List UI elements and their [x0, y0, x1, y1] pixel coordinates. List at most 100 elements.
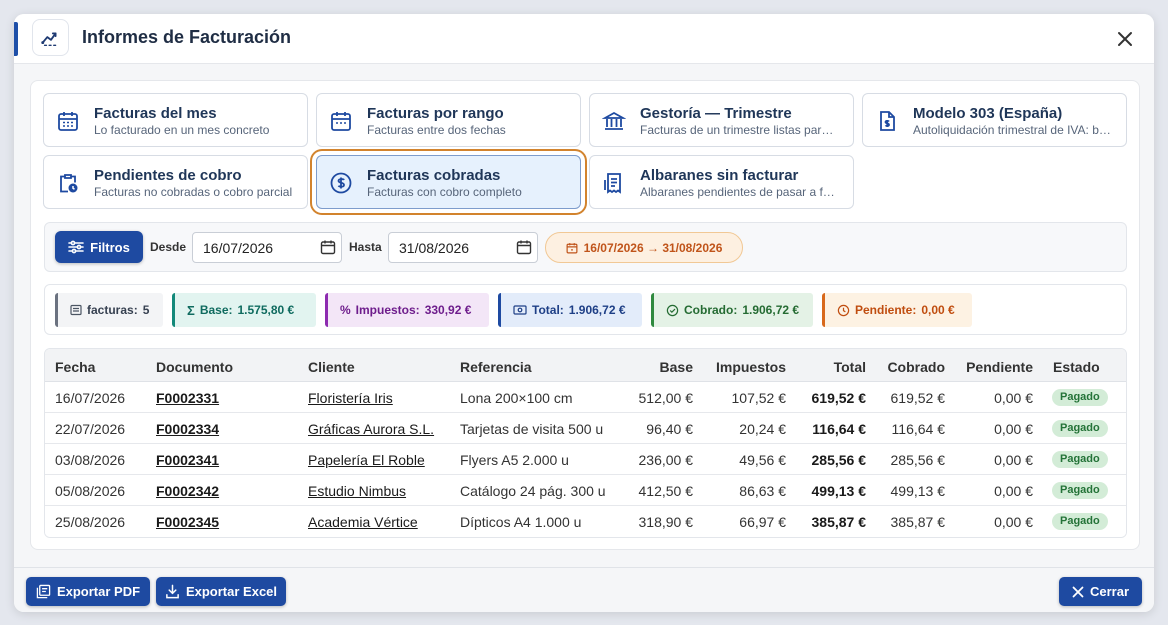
cell-referencia: Lona 200×100 cm [460, 390, 573, 406]
base-label: Base: [199, 303, 233, 317]
report-card-title: Albaranes sin facturar [640, 167, 799, 184]
calendar-icon[interactable] [320, 239, 336, 255]
total-label: Total: [532, 303, 564, 317]
cell-base: 512,00 € [638, 390, 694, 406]
modal-title: Informes de Facturación [82, 27, 292, 47]
desde-date-input[interactable]: 16/07/2026 [192, 232, 342, 263]
close-button[interactable]: Cerrar [1059, 577, 1142, 606]
col-header-base[interactable]: Base [623, 359, 693, 375]
cell-cobrado: 285,56 € [890, 452, 946, 468]
cell-fecha: 25/08/2026 [55, 514, 126, 530]
hasta-label: Hasta [349, 240, 382, 254]
table-header: Fecha Documento Cliente Referencia Base … [45, 349, 1126, 382]
pendiente-value: 0,00 € [921, 303, 955, 317]
report-card-facturas-cobradas[interactable]: Facturas cobradas Facturas con cobro com… [316, 155, 581, 209]
trend-chart-icon [32, 19, 69, 56]
invoices-table: Fecha Documento Cliente Referencia Base … [44, 348, 1127, 538]
impuestos-label: Impuestos: [355, 303, 420, 317]
close-icon[interactable] [1114, 28, 1136, 50]
report-card-facturas-mes[interactable]: Facturas del mes Lo facturado en un mes … [43, 93, 308, 147]
desde-date-value: 16/07/2026 [203, 240, 274, 256]
report-card-pendientes-cobro[interactable]: Pendientes de cobro Facturas no cobradas… [43, 155, 308, 209]
col-header-cobrado[interactable]: Cobrado [874, 359, 945, 375]
report-card-albaranes-sin-facturar[interactable]: Albaranes sin facturar Albaranes pendien… [589, 155, 854, 209]
list-icon [70, 304, 82, 316]
cash-icon [513, 305, 527, 315]
cell-pendiente: 0,00 € [994, 390, 1033, 406]
status-badge: Pagado [1052, 420, 1108, 437]
col-header-total[interactable]: Total [795, 359, 866, 375]
close-icon [1072, 586, 1084, 597]
table-row[interactable]: 22/07/2026 F0002334 Gráficas Aurora S.L.… [45, 413, 1126, 444]
report-card-facturas-rango[interactable]: Facturas por rango Facturas entre dos fe… [316, 93, 581, 147]
calendar-icon[interactable] [516, 239, 532, 255]
date-range-chip: 16/07/2026 → 31/08/2026 [545, 232, 743, 263]
cell-referencia: Tarjetas de visita 500 u [460, 421, 604, 437]
receipt-icon [604, 173, 621, 194]
cell-cobrado: 619,52 € [890, 390, 946, 406]
cell-impuestos: 20,24 € [739, 421, 786, 437]
cell-referencia: Dípticos A4 1.000 u [460, 514, 582, 530]
filters-button[interactable]: Filtros [55, 231, 143, 263]
cell-cliente-link[interactable]: Papelería El Roble [308, 452, 425, 468]
cell-pendiente: 0,00 € [994, 421, 1033, 437]
report-card-gestoria-trimestre[interactable]: Gestoría — Trimestre Facturas de un trim… [589, 93, 854, 147]
report-card-modelo-303[interactable]: Modelo 303 (España) Autoliquidación trim… [862, 93, 1127, 147]
cell-impuestos: 49,56 € [739, 452, 786, 468]
cell-pendiente: 0,00 € [994, 452, 1033, 468]
report-card-subtitle: Lo facturado en un mes concreto [94, 123, 270, 137]
summary-facturas-chip: facturas: 5 [55, 293, 163, 327]
cell-fecha: 03/08/2026 [55, 452, 126, 468]
table-row[interactable]: 16/07/2026 F0002331 Floristería Iris Lon… [45, 382, 1126, 413]
report-card-title: Facturas del mes [94, 105, 217, 122]
col-header-pendiente[interactable]: Pendiente [953, 359, 1033, 375]
cell-fecha: 05/08/2026 [55, 483, 126, 499]
cell-cliente-link[interactable]: Academia Vértice [308, 514, 418, 530]
hasta-date-value: 31/08/2026 [399, 240, 470, 256]
col-header-estado[interactable]: Estado [1053, 359, 1100, 375]
cell-documento-link[interactable]: F0002331 [156, 390, 219, 406]
export-pdf-label: Exportar PDF [56, 584, 141, 599]
cell-cliente-link[interactable]: Floristería Iris [308, 390, 393, 406]
col-header-documento[interactable]: Documento [156, 359, 233, 375]
col-header-impuestos[interactable]: Impuestos [701, 359, 786, 375]
cell-cliente-link[interactable]: Estudio Nimbus [308, 483, 406, 499]
pdf-icon [36, 584, 51, 599]
cell-pendiente: 0,00 € [994, 483, 1033, 499]
cell-documento-link[interactable]: F0002341 [156, 452, 219, 468]
cell-impuestos: 66,97 € [739, 514, 786, 530]
document-dollar-icon [880, 111, 895, 131]
summary-cobrado-chip: Cobrado: 1.906,72 € [651, 293, 813, 327]
summary-total-chip: Total: 1.906,72 € [498, 293, 642, 327]
cell-fecha: 16/07/2026 [55, 390, 126, 406]
cell-fecha: 22/07/2026 [55, 421, 126, 437]
table-row[interactable]: 03/08/2026 F0002341 Papelería El Roble F… [45, 444, 1126, 475]
clock-icon [837, 304, 850, 316]
report-card-subtitle: Autoliquidación trimestral de IVA: b… [913, 123, 1111, 137]
col-header-fecha[interactable]: Fecha [55, 359, 95, 375]
bank-icon [602, 111, 626, 130]
export-excel-button[interactable]: Exportar Excel [156, 577, 286, 606]
report-card-title: Facturas por rango [367, 105, 504, 122]
report-card-title: Modelo 303 (España) [913, 105, 1063, 122]
cell-total: 285,56 € [811, 452, 867, 468]
cell-documento-link[interactable]: F0002345 [156, 514, 219, 530]
sigma-icon: Σ [187, 302, 195, 318]
cell-total: 499,13 € [811, 483, 867, 499]
table-row[interactable]: 05/08/2026 F0002342 Estudio Nimbus Catál… [45, 475, 1126, 506]
cell-documento-link[interactable]: F0002342 [156, 483, 219, 499]
percent-icon: % [340, 303, 351, 317]
cell-cliente-link[interactable]: Gráficas Aurora S.L. [308, 421, 434, 437]
table-row[interactable]: 25/08/2026 F0002345 Academia Vértice Díp… [45, 506, 1126, 537]
hasta-date-input[interactable]: 31/08/2026 [388, 232, 538, 263]
cell-cobrado: 116,64 € [891, 421, 945, 437]
modal-header: Informes de Facturación [14, 14, 1154, 64]
summary-bar: facturas: 5 Σ Base: 1.575,80 € % Impuest… [44, 284, 1127, 335]
col-header-cliente[interactable]: Cliente [308, 359, 355, 375]
cell-documento-link[interactable]: F0002334 [156, 421, 219, 437]
status-badge: Pagado [1052, 482, 1108, 499]
cell-total: 116,64 € [812, 421, 866, 437]
check-circle-icon [666, 304, 679, 316]
export-pdf-button[interactable]: Exportar PDF [26, 577, 150, 606]
col-header-referencia[interactable]: Referencia [460, 359, 532, 375]
